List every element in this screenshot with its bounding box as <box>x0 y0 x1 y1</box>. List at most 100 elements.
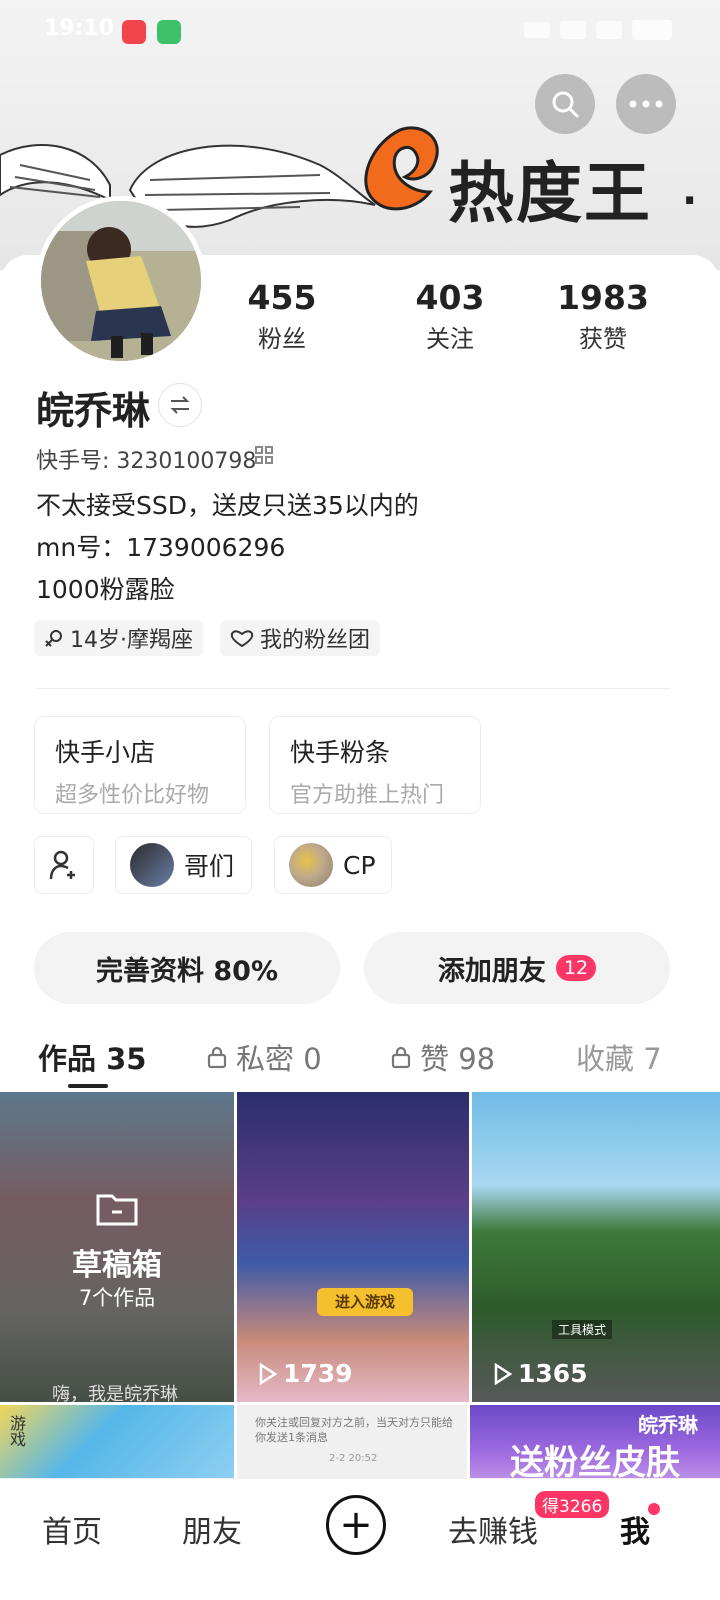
draft-box-tile[interactable]: 草稿箱 7个作品 嗨，我是皖乔琳 <box>0 1092 234 1402</box>
fan-club-tag[interactable]: 我的粉丝团 <box>220 620 381 656</box>
status-time: 19:10 <box>44 16 115 41</box>
wifi-icon <box>524 22 550 38</box>
tile-headline: 送粉丝皮肤 <box>510 1443 680 1483</box>
lock-icon <box>391 1046 411 1069</box>
search-icon <box>552 91 579 118</box>
view-count-value: 1739 <box>283 1359 353 1388</box>
likes-label: 获赞 <box>579 325 627 353</box>
tab-favorites[interactable]: 收藏 7 <box>576 1036 662 1078</box>
nav-home[interactable]: 首页 <box>42 1507 102 1551</box>
video-tile[interactable]: 工具模式 1365 <box>472 1092 720 1402</box>
tile-button: 进入游戏 <box>317 1288 413 1316</box>
add-user-icon <box>49 850 75 880</box>
bio-line-3: 1000粉露脸 <box>36 575 175 604</box>
stat-likes[interactable]: 1983 获赞 <box>533 278 673 354</box>
video-tile[interactable]: 你关注或回复对方之前，当天对方只能给你发送1条消息 2-2 20:52 <box>237 1405 467 1485</box>
video-tile[interactable]: 皖乔琳 送粉丝皮肤 <box>470 1405 720 1485</box>
complete-profile-label: 完善资料 80% <box>95 955 279 987</box>
signal-icon <box>560 21 586 39</box>
lock-icon <box>207 1046 227 1069</box>
relation-chip-buddy[interactable]: 哥们 <box>115 836 252 894</box>
draft-count: 7个作品 <box>78 1286 156 1310</box>
promote-subtitle: 官方助推上热门 <box>290 783 445 808</box>
complete-profile-button[interactable]: 完善资料 80% <box>34 932 340 1004</box>
view-count: 1739 <box>259 1359 353 1388</box>
status-bar: 19:10 <box>0 0 720 60</box>
add-friend-button[interactable]: 添加朋友 12 <box>364 932 670 1004</box>
tab-works-label: 作品 35 <box>38 1042 147 1076</box>
app-notification-icon-2 <box>157 20 181 44</box>
view-count: 1365 <box>494 1359 588 1388</box>
kuaishou-promote-card[interactable]: 快手粉条 官方助推上热门 <box>269 716 481 814</box>
tile-chat-time: 2-2 20:52 <box>329 1453 378 1464</box>
tab-liked-label: 赞 98 <box>420 1042 496 1076</box>
add-friend-label: 添加朋友 <box>437 955 546 987</box>
cp-avatar <box>289 843 333 887</box>
tab-private[interactable]: 私密 0 <box>206 1036 322 1078</box>
age-tag: 14岁·摩羯座 <box>34 620 203 656</box>
create-button[interactable]: + <box>326 1495 386 1555</box>
nav-me[interactable]: 我 <box>620 1507 650 1551</box>
following-count: 403 <box>415 278 485 317</box>
folder-icon <box>96 1194 138 1226</box>
add-relation-button[interactable] <box>34 836 94 894</box>
tile-sign: 工具模式 <box>552 1320 613 1339</box>
app-notification-icon <box>122 20 146 44</box>
banner-title: 热度王 <box>448 155 652 232</box>
tab-private-label: 私密 0 <box>236 1042 322 1076</box>
bottom-nav: 首页 朋友 + 去赚钱 得3266 我 <box>0 1478 720 1600</box>
swap-icon <box>170 396 190 414</box>
cp-label: CP <box>343 850 376 880</box>
battery-icon <box>632 20 672 40</box>
stat-following[interactable]: 403 关注 <box>380 278 520 354</box>
profile-name: 皖乔琳 <box>36 389 151 433</box>
fans-label: 粉丝 <box>258 325 306 353</box>
banner-dot: . <box>682 168 698 214</box>
buddy-label: 哥们 <box>184 852 235 881</box>
divider <box>36 688 670 689</box>
search-button[interactable] <box>535 74 595 134</box>
bio-line-1: 不太接受SSD，送皮只送35以内的 <box>36 491 419 520</box>
play-icon <box>494 1362 512 1385</box>
age-tag-label: 14岁·摩羯座 <box>70 628 193 653</box>
tile-name: 皖乔琳 <box>638 1413 698 1437</box>
stat-fans[interactable]: 455 粉丝 <box>212 278 352 354</box>
tab-favorites-label: 收藏 7 <box>576 1042 662 1076</box>
tile-side-text: 游戏 <box>7 1415 26 1447</box>
draft-overlay-text: 嗨，我是皖乔琳 <box>52 1384 178 1402</box>
earn-badge: 得3266 <box>535 1491 610 1518</box>
switch-account-button[interactable] <box>158 383 202 427</box>
notification-dot <box>648 1503 660 1515</box>
qr-code-icon[interactable] <box>255 446 273 464</box>
fan-club-label: 我的粉丝团 <box>260 628 371 653</box>
status-indicators <box>524 20 672 40</box>
kuaishou-id: 快手号: 3230100798 <box>36 449 257 474</box>
shop-title: 快手小店 <box>55 738 156 767</box>
add-friend-badge: 12 <box>555 955 597 981</box>
relation-chip-cp[interactable]: CP <box>274 836 392 894</box>
plus-icon: + <box>339 1502 373 1548</box>
buddy-avatar <box>130 843 174 887</box>
video-tile[interactable]: 进入游戏 1739 <box>237 1092 469 1402</box>
nav-friends[interactable]: 朋友 <box>182 1507 242 1551</box>
female-icon <box>45 630 62 647</box>
wings-graphic <box>0 144 376 228</box>
video-tile[interactable]: 游戏 <box>0 1405 234 1485</box>
tab-liked[interactable]: 赞 98 <box>390 1036 495 1078</box>
following-label: 关注 <box>426 325 474 353</box>
fire-logo-icon <box>364 126 439 211</box>
tile-chat-text: 你关注或回复对方之前，当天对方只能给你发送1条消息 <box>255 1416 453 1444</box>
more-button[interactable] <box>616 74 676 134</box>
tab-works[interactable]: 作品 35 <box>38 1036 146 1078</box>
shop-subtitle: 超多性价比好物 <box>55 783 210 808</box>
view-count-value: 1365 <box>518 1359 588 1388</box>
tab-underline <box>68 1084 108 1088</box>
kuaishou-shop-card[interactable]: 快手小店 超多性价比好物 <box>34 716 246 814</box>
nav-earn[interactable]: 去赚钱 <box>448 1507 538 1551</box>
fans-count: 455 <box>247 278 317 317</box>
promote-title: 快手粉条 <box>290 738 391 767</box>
avatar[interactable] <box>36 196 206 366</box>
bio-line-2: mn号：1739006296 <box>36 533 286 562</box>
likes-count: 1983 <box>557 278 649 317</box>
draft-title: 草稿箱 <box>72 1248 162 1283</box>
